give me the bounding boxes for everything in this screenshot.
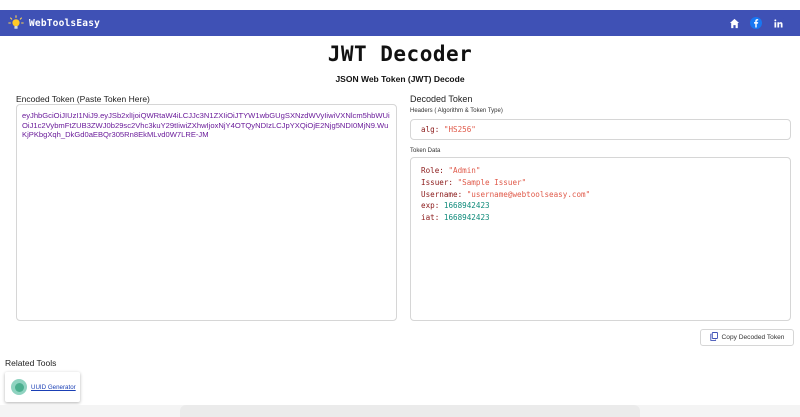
token-row-username: Username: "username@webtoolseasy.com" [421, 189, 780, 201]
linkedin-icon[interactable] [772, 17, 784, 29]
copy-button-label: Copy Decoded Token [721, 334, 785, 341]
page-title: JWT Decoder [327, 42, 473, 66]
nav-icons [728, 17, 792, 29]
navbar: WebToolsEasy [0, 10, 800, 36]
row-value: "Admin" [448, 166, 481, 175]
row-key: iat: [421, 213, 440, 223]
brand-name: WebToolsEasy [29, 17, 101, 29]
row-key: exp: [421, 201, 440, 211]
row-key: Username: [421, 189, 463, 199]
copy-decoded-token-button[interactable]: Copy Decoded Token [700, 329, 794, 346]
header-value: "HS256" [443, 124, 476, 134]
row-value: "Sample Issuer" [457, 177, 527, 187]
header-key: alg: [421, 124, 440, 134]
encoded-token-input[interactable]: eyJhbGciOiJIUzI1NiJ9.eyJSb2xlIjoiQWRtaW4… [16, 104, 397, 321]
related-tools-title: Related Tools [5, 358, 57, 368]
token-row-issuer: Issuer: "Sample Issuer" [421, 177, 780, 189]
decoded-token-label: Decoded Token [410, 94, 473, 104]
uuid-logo-icon [11, 379, 27, 395]
headers-label: Headers ( Algorithm & Token Type) [410, 108, 503, 114]
copy-icon [709, 332, 718, 343]
row-key: Role: [421, 166, 444, 175]
row-value: "username@webtoolseasy.com" [466, 189, 591, 199]
row-value: 1668942423 [443, 201, 490, 211]
facebook-icon[interactable] [750, 17, 762, 29]
lightbulb-icon [8, 15, 24, 31]
row-key: Issuer: [421, 177, 454, 187]
top-strip [0, 0, 800, 10]
row-value: 1668942423 [443, 213, 490, 223]
related-tool-link[interactable]: UUID Generator [31, 384, 76, 391]
token-row-exp: exp: 1668942423 [421, 200, 780, 212]
footer-shade [180, 405, 640, 417]
page-subtitle: JSON Web Token (JWT) Decode [335, 74, 465, 84]
token-row-role: Role: "Admin" [421, 165, 780, 177]
token-row-iat: iat: 1668942423 [421, 212, 780, 224]
brand[interactable]: WebToolsEasy [8, 15, 100, 31]
encoded-token-value[interactable]: eyJhbGciOiJIUzI1NiJ9.eyJSb2xlIjoiQWRtaW4… [22, 111, 391, 140]
header-row: alg: "HS256" [421, 124, 476, 136]
related-tool-uuid-generator[interactable]: UUID Generator [5, 372, 80, 402]
headers-output[interactable]: alg: "HS256" [410, 119, 791, 140]
token-data-output[interactable]: Role: "Admin" Issuer: "Sample Issuer" Us… [410, 157, 791, 321]
encoded-token-label: Encoded Token (Paste Token Here) [16, 94, 150, 104]
token-data-label: Token Data [410, 148, 441, 154]
home-icon[interactable] [728, 17, 740, 29]
